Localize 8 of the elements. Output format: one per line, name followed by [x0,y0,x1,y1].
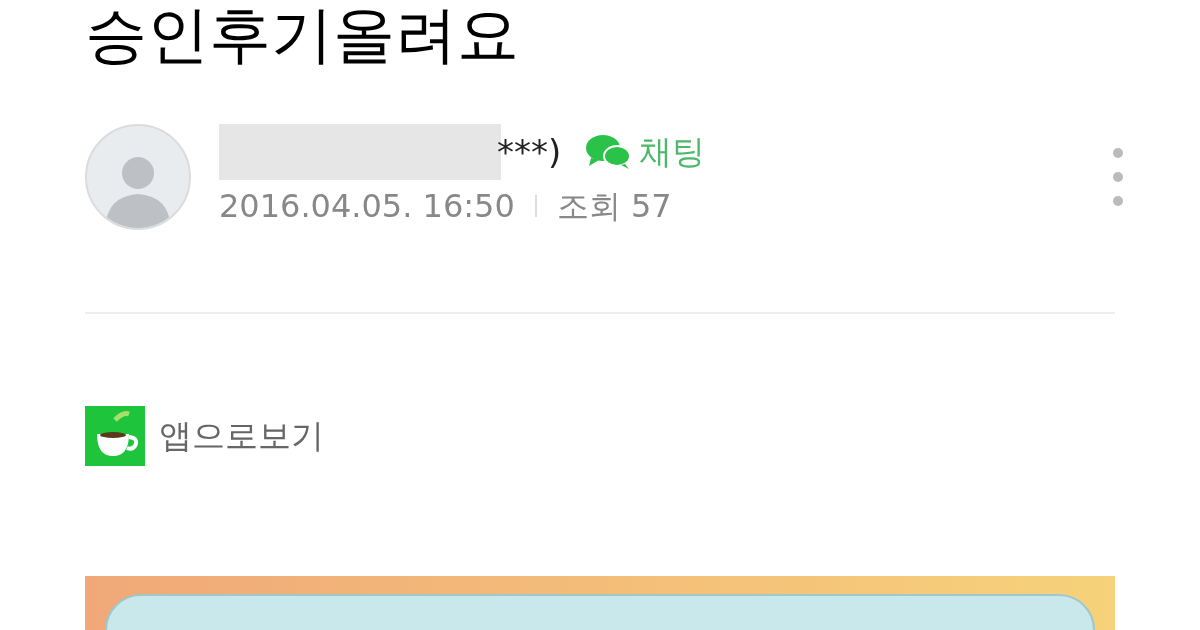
coffee-cup-icon [85,406,145,466]
more-options-icon[interactable] [1111,148,1125,206]
post-title: 승인후기올려요 [85,0,520,70]
author-name: ***) [497,130,562,174]
view-count: 조회 57 [556,186,672,227]
post-date: 2016.04.05. 16:50 [219,186,515,227]
open-in-app-link[interactable]: 앱으로보기 [85,406,324,466]
chat-bubble-icon [585,134,632,170]
